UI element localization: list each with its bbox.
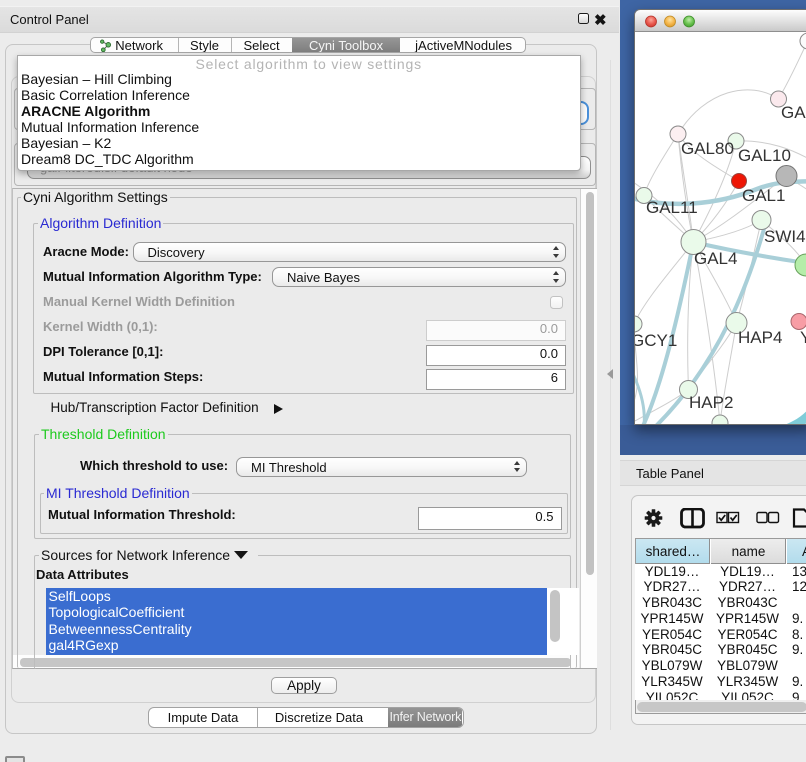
svg-text:SWI4: SWI4 (764, 227, 806, 246)
svg-text:Y: Y (800, 328, 806, 347)
svg-text:GAL4: GAL4 (694, 249, 737, 268)
svg-text:GAL10: GAL10 (738, 146, 791, 165)
svg-text:GCY1: GCY1 (635, 331, 677, 350)
svg-text:HAP2: HAP2 (689, 393, 733, 412)
svg-text:HAP4: HAP4 (738, 328, 782, 347)
svg-text:GAL80: GAL80 (681, 139, 734, 158)
svg-text:GAL1: GAL1 (742, 186, 785, 205)
svg-text:GAL11: GAL11 (646, 198, 698, 217)
svg-text:GAL7: GAL7 (781, 103, 806, 122)
